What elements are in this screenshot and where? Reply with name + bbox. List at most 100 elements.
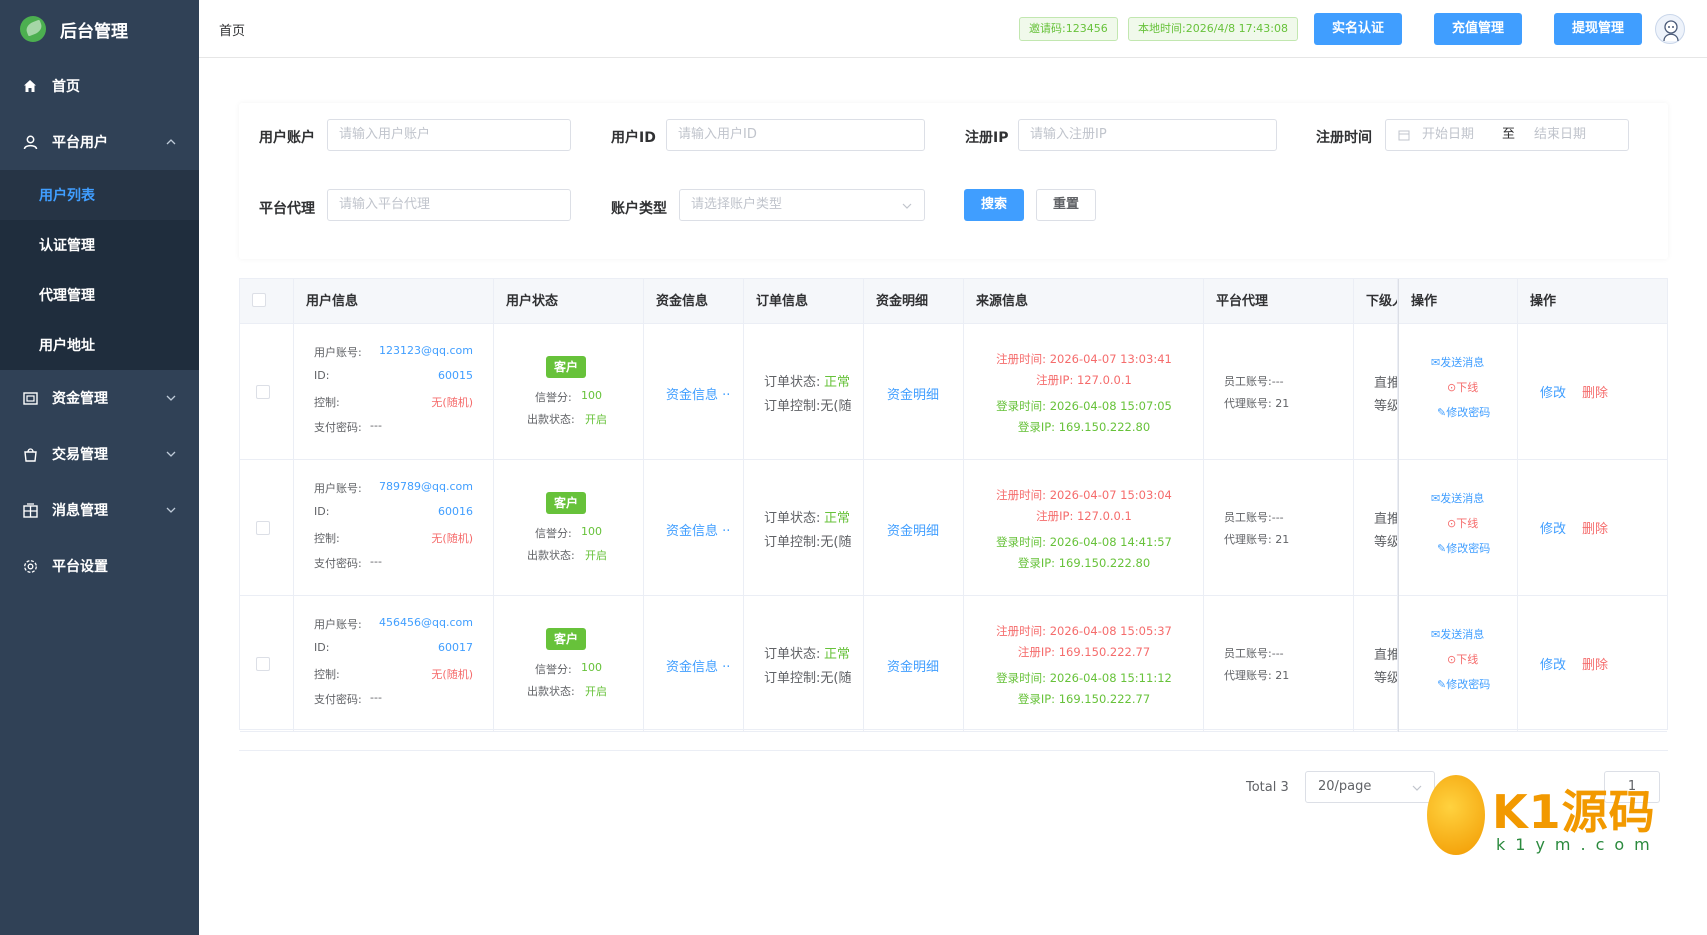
fund-info-link[interactable]: 资金信息 ·· — [666, 520, 730, 539]
sidebar-item-verification[interactable]: 认证管理 — [0, 220, 199, 270]
delete-link[interactable]: 删除 — [1582, 518, 1608, 537]
agent-account: 代理账号: 21 — [1224, 533, 1290, 546]
agent-input[interactable]: 请输入平台代理 — [327, 189, 571, 221]
edit-icon: ✎ — [1437, 406, 1447, 419]
page-size-select[interactable]: 20/page — [1305, 771, 1435, 803]
chevron-down-icon — [166, 451, 176, 457]
edit-link[interactable]: 修改 — [1540, 382, 1566, 401]
sidebar-item-messages[interactable]: 消息管理 — [0, 482, 199, 538]
user-id-input[interactable]: 请输入用户ID — [666, 119, 925, 151]
mail-icon: ✉ — [1431, 492, 1441, 505]
avatar[interactable] — [1655, 14, 1685, 44]
fund-detail-link[interactable]: 资金明细 — [887, 384, 939, 403]
change-password-link[interactable]: ✎修改密码 — [1437, 404, 1490, 420]
subordinates-cell: 直推 等级 — [1354, 324, 1398, 460]
account-value[interactable]: 123123@qq.com — [379, 344, 473, 357]
sidebar-item-agents[interactable]: 代理管理 — [0, 270, 199, 320]
verify-button[interactable]: 实名认证 — [1314, 13, 1402, 45]
id-label: ID: — [314, 641, 330, 654]
account-value[interactable]: 456456@qq.com — [379, 616, 473, 629]
offline-link[interactable]: ⊙下线 — [1447, 379, 1478, 395]
chevron-down-icon — [166, 507, 176, 513]
account-input[interactable]: 请输入用户账户 — [327, 119, 571, 151]
table-row: 用户账号: 789789@qq.com ID: 60016 控制: 无(随机) 支付密码: -… — [240, 460, 1667, 596]
staff-account: 员工账号:--- — [1224, 647, 1284, 660]
delete-link[interactable]: 删除 — [1582, 382, 1608, 401]
fund-info-cell: 资金信息 ·· — [644, 324, 744, 460]
account-value[interactable]: 789789@qq.com — [379, 480, 473, 493]
sidebar-item-platform-users[interactable]: 平台用户 — [0, 114, 199, 170]
sub-level: 等级 — [1374, 535, 1398, 550]
reg-ip-input[interactable]: 请输入注册IP — [1018, 119, 1277, 151]
actions-cell-1: ✉发送消息 ⊙下线 ✎修改密码 — [1398, 596, 1518, 732]
page-size-value: 20/page — [1318, 779, 1372, 794]
fund-detail-link[interactable]: 资金明细 — [887, 520, 939, 539]
subordinates-cell: 直推 等级 — [1354, 460, 1398, 596]
order-info-cell: 订单状态: 正常 订单控制:无(随 — [744, 460, 864, 596]
register-block: 注册时间: 2026-04-07 13:03:41 注册IP: 127.0.0.1 — [964, 349, 1203, 391]
row-checkbox[interactable] — [256, 521, 270, 535]
withdraw-value: 开启 — [585, 685, 607, 698]
user-info-cell: 用户账号: 123123@qq.com ID: 60015 控制: 无(随机) 支付密码: -… — [294, 324, 494, 460]
source-info-cell: 注册时间: 2026-04-08 15:05:37 注册IP: 169.150.2… — [964, 596, 1204, 732]
range-separator: 至 — [1502, 127, 1516, 142]
select-all-checkbox[interactable] — [252, 293, 266, 307]
sidebar-item-trade[interactable]: 交易管理 — [0, 426, 199, 482]
edit-link[interactable]: 修改 — [1540, 518, 1566, 537]
sidebar-item-label: 平台用户 — [52, 135, 108, 151]
credit-label: 信誉分: — [535, 663, 572, 676]
offline-link[interactable]: ⊙下线 — [1447, 515, 1478, 531]
account-label: 用户账号: — [314, 482, 362, 495]
reg-ip: 注册IP: 169.150.222.77 — [1017, 645, 1151, 659]
reg-ip: 注册IP: 127.0.0.1 — [1036, 509, 1132, 523]
status-badge: 客户 — [546, 492, 586, 514]
withdraw-label: 出款状态: — [527, 685, 575, 698]
fund-info-link[interactable]: 资金信息 ·· — [666, 384, 730, 403]
account-label: 用户账户 — [259, 130, 315, 146]
withdraw-button[interactable]: 提现管理 — [1554, 13, 1642, 45]
start-date-input[interactable]: 开始日期 — [1422, 127, 1474, 142]
edit-link[interactable]: 修改 — [1540, 654, 1566, 673]
breadcrumb[interactable]: 首页 — [219, 20, 245, 39]
order-state-value: 正常 — [824, 375, 851, 390]
home-icon — [22, 78, 38, 94]
offline-link[interactable]: ⊙下线 — [1447, 651, 1478, 667]
reset-button[interactable]: 重置 — [1036, 189, 1096, 221]
withdraw-value: 开启 — [585, 413, 607, 426]
sidebar-item-home[interactable]: 首页 — [0, 58, 199, 114]
credit-value: 100 — [581, 661, 602, 674]
fund-info-link[interactable]: 资金信息 ·· — [666, 656, 730, 675]
fund-info-cell: 资金信息 ·· — [644, 460, 744, 596]
fund-detail-link[interactable]: 资金明细 — [887, 656, 939, 675]
sidebar-item-settings[interactable]: 平台设置 — [0, 538, 199, 594]
sidebar-item-label: 平台设置 — [52, 559, 108, 575]
send-message-link[interactable]: ✉发送消息 — [1431, 626, 1484, 642]
local-time-tag: 本地时间:2026/4/8 17:43:08 — [1128, 17, 1299, 41]
send-message-link[interactable]: ✉发送消息 — [1431, 354, 1484, 370]
sidebar-item-funds[interactable]: 资金管理 — [0, 370, 199, 426]
change-password-link[interactable]: ✎修改密码 — [1437, 540, 1490, 556]
row-checkbox[interactable] — [256, 657, 270, 671]
col-order-info: 订单信息 — [744, 279, 864, 324]
row-checkbox[interactable] — [256, 385, 270, 399]
date-range-picker[interactable]: 开始日期 至 结束日期 — [1385, 119, 1629, 151]
fund-detail-cell: 资金明细 — [864, 596, 964, 732]
change-password-link[interactable]: ✎修改密码 — [1437, 676, 1490, 692]
id-label: ID: — [314, 369, 330, 382]
account-type-select[interactable]: 请选择账户类型 — [679, 189, 925, 221]
user-status-cell: 客户 信誉分: 100 出款状态: 开启 — [494, 324, 644, 460]
send-message-link[interactable]: ✉发送消息 — [1431, 490, 1484, 506]
search-button[interactable]: 搜索 — [964, 189, 1024, 221]
col-subordinates: 下级人 — [1354, 279, 1398, 324]
edit-icon: ✎ — [1437, 542, 1447, 555]
delete-link[interactable]: 删除 — [1582, 654, 1608, 673]
withdraw-label: 出款状态: — [527, 549, 575, 562]
reg-time: 注册时间: 2026-04-07 15:03:04 — [996, 488, 1172, 502]
id-value: 60015 — [438, 369, 473, 382]
recharge-button[interactable]: 充值管理 — [1434, 13, 1522, 45]
end-date-input[interactable]: 结束日期 — [1534, 120, 1586, 150]
mail-icon: ✉ — [1431, 356, 1441, 369]
sidebar-item-user-list[interactable]: 用户列表 — [0, 170, 199, 220]
sidebar-item-user-address[interactable]: 用户地址 — [0, 320, 199, 370]
fund-detail-cell: 资金明细 — [864, 460, 964, 596]
